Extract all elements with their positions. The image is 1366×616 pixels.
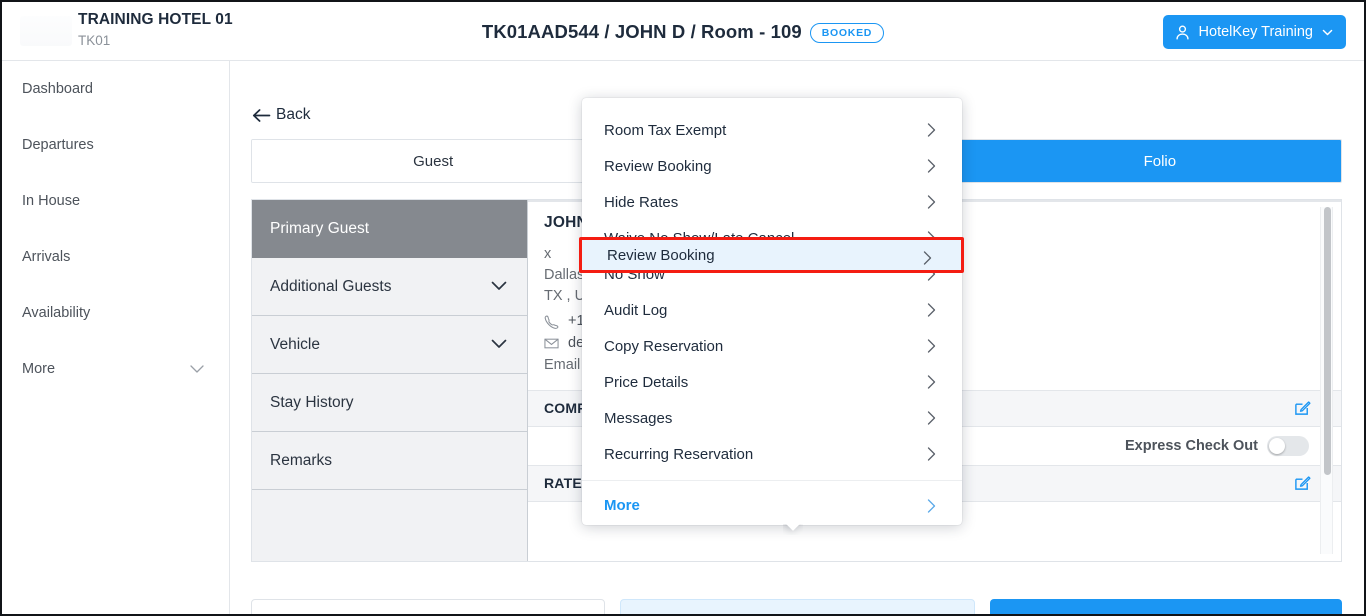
sidebar-item-dashboard[interactable]: Dashboard bbox=[2, 61, 229, 117]
chevron-right-icon bbox=[927, 195, 936, 209]
menu-item-label: No Show bbox=[604, 266, 665, 283]
edit-company-icon[interactable] bbox=[1294, 399, 1311, 416]
chevron-down-icon bbox=[491, 281, 507, 291]
menu-pointer-arrow bbox=[783, 524, 803, 535]
express-check-out-control: Express Check Out bbox=[1125, 436, 1309, 456]
menu-item-label: Review Booking bbox=[604, 158, 712, 175]
tab-folio[interactable]: Folio bbox=[979, 140, 1341, 182]
accordion-label: Primary Guest bbox=[270, 220, 369, 238]
edit-rate-icon[interactable] bbox=[1294, 474, 1311, 491]
email-option-label: Email bbox=[544, 357, 580, 373]
chevron-right-icon bbox=[927, 303, 936, 317]
reservation-detail-screen: TRAINING HOTEL 01 TK01 TK01AAD544 / JOHN… bbox=[0, 0, 1366, 616]
reservation-title: TK01AAD544 / JOHN D / Room - 109 bbox=[482, 21, 802, 42]
chevron-right-icon bbox=[927, 159, 936, 173]
actions-dropdown-menu: Room Tax Exempt Review Booking Hide Rate… bbox=[582, 98, 962, 525]
menu-item-waive-no-show-late-cancel[interactable]: Waive No Show/Late Cancel bbox=[582, 220, 962, 256]
accordion-item-stay-history[interactable]: Stay History bbox=[252, 374, 527, 432]
chevron-down-icon bbox=[491, 339, 507, 349]
accordion-label: Additional Guests bbox=[270, 278, 392, 296]
actions-button[interactable]: Actions bbox=[620, 599, 974, 616]
menu-item-label: Copy Reservation bbox=[604, 338, 723, 355]
reservation-title-bar: TK01AAD544 / JOHN D / Room - 109 BOOKED bbox=[2, 21, 1364, 43]
sidebar-item-label: In House bbox=[22, 193, 80, 209]
sidebar-item-label: Dashboard bbox=[22, 81, 93, 97]
accordion-item-primary-guest[interactable]: Primary Guest bbox=[252, 200, 527, 258]
menu-item-audit-log[interactable]: Audit Log bbox=[582, 292, 962, 328]
scrollbar-thumb[interactable] bbox=[1324, 207, 1331, 475]
menu-item-label: Recurring Reservation bbox=[604, 446, 753, 463]
guest-accordion: Primary Guest Additional Guests Vehicle … bbox=[252, 200, 528, 561]
menu-item-label: Waive No Show/Late Cancel bbox=[604, 230, 794, 247]
accordion-label: Stay History bbox=[270, 394, 354, 412]
chevron-right-icon bbox=[927, 123, 936, 137]
chevron-right-icon bbox=[927, 499, 936, 513]
tab-label: Guest bbox=[413, 153, 453, 170]
sidebar-item-arrivals[interactable]: Arrivals bbox=[2, 229, 229, 285]
sidebar-item-departures[interactable]: Departures bbox=[2, 117, 229, 173]
chevron-right-icon bbox=[927, 447, 936, 461]
menu-item-hide-rates[interactable]: Hide Rates bbox=[582, 184, 962, 220]
accordion-item-additional-guests[interactable]: Additional Guests bbox=[252, 258, 527, 316]
user-icon bbox=[1174, 24, 1191, 41]
status-badge: BOOKED bbox=[810, 23, 884, 43]
sidebar-item-more[interactable]: More bbox=[2, 341, 229, 397]
accordion-item-vehicle[interactable]: Vehicle bbox=[252, 316, 527, 374]
user-menu-button[interactable]: HotelKey Training bbox=[1163, 15, 1346, 49]
cancel-reservation-button[interactable]: Cancel Reservation bbox=[251, 599, 605, 616]
guest-phone-row: +1 bbox=[544, 310, 585, 332]
check-in-button[interactable]: Check In bbox=[990, 599, 1342, 616]
sidebar-item-label: Arrivals bbox=[22, 249, 70, 265]
chevron-down-icon bbox=[1321, 26, 1334, 39]
accordion-bottom-spacer bbox=[252, 490, 527, 510]
menu-item-label: Hide Rates bbox=[604, 194, 678, 211]
accordion-item-remarks[interactable]: Remarks bbox=[252, 432, 527, 490]
express-check-out-label: Express Check Out bbox=[1125, 438, 1258, 454]
menu-item-review-booking[interactable]: Review Booking bbox=[582, 148, 962, 184]
tab-label: Folio bbox=[1144, 153, 1177, 170]
tab-guest[interactable]: Guest bbox=[252, 140, 615, 182]
menu-item-copy-reservation[interactable]: Copy Reservation bbox=[582, 328, 962, 364]
envelope-icon bbox=[544, 336, 559, 351]
chevron-right-icon bbox=[927, 267, 936, 281]
menu-item-more[interactable]: More bbox=[582, 480, 962, 530]
rate-section-label: RATE bbox=[544, 475, 582, 491]
arrow-left-icon bbox=[252, 108, 271, 123]
guest-email-row: de bbox=[544, 332, 585, 354]
sidebar-item-in-house[interactable]: In House bbox=[2, 173, 229, 229]
detail-scrollbar[interactable] bbox=[1320, 207, 1333, 554]
sidebar: Dashboard Departures In House Arrivals A… bbox=[2, 61, 230, 614]
menu-item-recurring-reservation[interactable]: Recurring Reservation bbox=[582, 436, 962, 472]
menu-item-messages[interactable]: Messages bbox=[582, 400, 962, 436]
chevron-down-icon bbox=[190, 365, 204, 374]
guest-contact: +1 de bbox=[544, 310, 585, 354]
sidebar-item-label: More bbox=[22, 361, 55, 377]
express-check-out-toggle[interactable] bbox=[1267, 436, 1309, 456]
phone-icon bbox=[544, 314, 559, 329]
sidebar-item-availability[interactable]: Availability bbox=[2, 285, 229, 341]
menu-item-label: Price Details bbox=[604, 374, 688, 391]
sidebar-item-label: Availability bbox=[22, 305, 90, 321]
menu-item-label: Room Tax Exempt bbox=[604, 122, 726, 139]
accordion-label: Vehicle bbox=[270, 336, 320, 354]
top-bar: TRAINING HOTEL 01 TK01 TK01AAD544 / JOHN… bbox=[2, 2, 1364, 61]
back-button[interactable]: Back bbox=[252, 106, 310, 124]
chevron-right-icon bbox=[927, 339, 936, 353]
footer-actions: Cancel Reservation Actions Check In bbox=[251, 599, 1342, 616]
accordion-label: Remarks bbox=[270, 452, 332, 470]
user-name: HotelKey Training bbox=[1199, 24, 1313, 40]
back-label: Back bbox=[276, 106, 310, 124]
menu-item-no-show[interactable]: No Show bbox=[582, 256, 962, 292]
menu-item-label: Audit Log bbox=[604, 302, 667, 319]
menu-item-price-details[interactable]: Price Details bbox=[582, 364, 962, 400]
chevron-right-icon bbox=[927, 375, 936, 389]
sidebar-item-label: Departures bbox=[22, 137, 94, 153]
menu-item-label: More bbox=[604, 497, 640, 514]
menu-item-room-tax-exempt[interactable]: Room Tax Exempt bbox=[582, 112, 962, 148]
chevron-right-icon bbox=[927, 231, 936, 245]
toggle-knob bbox=[1269, 438, 1285, 454]
menu-item-label: Messages bbox=[604, 410, 672, 427]
company-section-label: COMP bbox=[544, 400, 587, 416]
chevron-right-icon bbox=[927, 411, 936, 425]
